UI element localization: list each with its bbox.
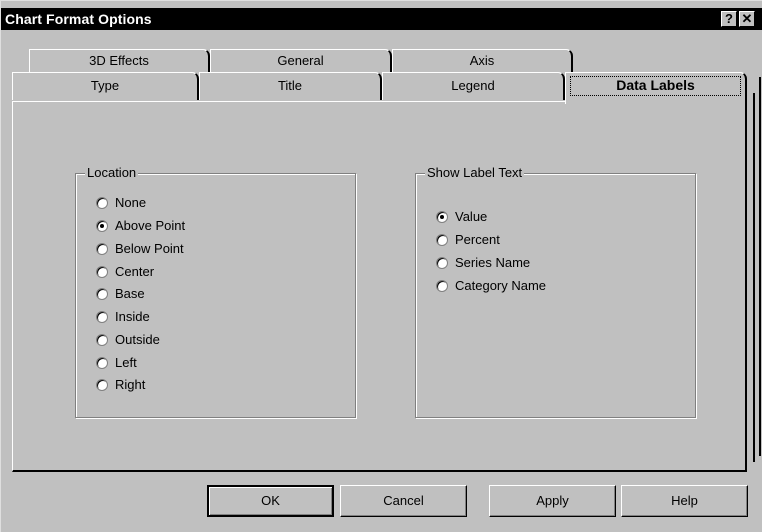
option-label: Center	[115, 264, 155, 279]
apply-button[interactable]: Apply	[489, 485, 616, 517]
tab-label: General	[277, 53, 324, 68]
tab-general[interactable]: General	[210, 49, 392, 73]
option-label: Series Name	[455, 255, 531, 270]
option-label: Percent	[455, 232, 500, 247]
radio-button-selected[interactable]	[436, 211, 448, 223]
tab-data-labels[interactable]: Data Labels	[565, 72, 747, 104]
option-label: Left	[115, 355, 137, 370]
tab-axis[interactable]: Axis	[392, 49, 573, 73]
location-groupbox: Location None Above Point Below Point Ce…	[75, 165, 356, 418]
data-labels-panel: Location None Above Point Below Point Ce…	[12, 101, 747, 472]
tab-3d-effects[interactable]: 3D Effects	[29, 49, 210, 73]
tab-stack-edge	[753, 93, 755, 462]
cancel-button[interactable]: Cancel	[340, 485, 467, 517]
tab-label: Legend	[451, 78, 495, 93]
title-bar: Chart Format Options ? ✕	[1, 8, 762, 30]
ok-button[interactable]: OK	[207, 485, 334, 517]
option-label: Value	[455, 209, 488, 224]
option-label: Right	[115, 377, 146, 392]
radio-button[interactable]	[436, 257, 448, 269]
window-title: Chart Format Options	[5, 11, 152, 27]
tab-label: Axis	[469, 53, 495, 68]
tab-label: 3D Effects	[89, 53, 149, 68]
chart-format-options-dialog: Chart Format Options ? ✕ 3D Effects Gene…	[0, 0, 762, 532]
tab-title[interactable]: Title	[199, 72, 382, 100]
option-label: Outside	[115, 332, 160, 347]
radio-button[interactable]	[436, 280, 448, 292]
tab-stack-edge	[759, 77, 761, 456]
radio-button[interactable]	[96, 288, 108, 300]
option-label: Base	[115, 286, 145, 301]
tab-label: Data Labels	[616, 77, 695, 93]
radio-button-selected[interactable]	[96, 220, 108, 232]
radio-button[interactable]	[436, 234, 448, 246]
help-button[interactable]: Help	[621, 485, 748, 517]
tab-type[interactable]: Type	[12, 72, 199, 100]
radio-button[interactable]	[96, 357, 108, 369]
option-label: Category Name	[455, 278, 547, 293]
help-question-icon[interactable]: ?	[721, 11, 737, 27]
close-icon[interactable]: ✕	[739, 11, 755, 27]
option-label: Below Point	[115, 241, 184, 256]
option-label: Inside	[115, 309, 150, 324]
option-label: Above Point	[115, 218, 186, 233]
option-label: None	[115, 195, 147, 210]
location-group-label: Location	[85, 165, 139, 180]
tab-label: Type	[90, 78, 120, 93]
radio-button[interactable]	[96, 311, 108, 323]
radio-button[interactable]	[96, 379, 108, 391]
show-label-text-group-label: Show Label Text	[425, 165, 525, 180]
radio-button[interactable]	[96, 243, 108, 255]
radio-button[interactable]	[96, 197, 108, 209]
tab-label: Title	[277, 78, 303, 93]
show-label-text-groupbox: Show Label Text Value Percent Series Nam…	[415, 165, 696, 418]
tab-legend[interactable]: Legend	[382, 72, 565, 100]
radio-button[interactable]	[96, 266, 108, 278]
radio-button[interactable]	[96, 334, 108, 346]
